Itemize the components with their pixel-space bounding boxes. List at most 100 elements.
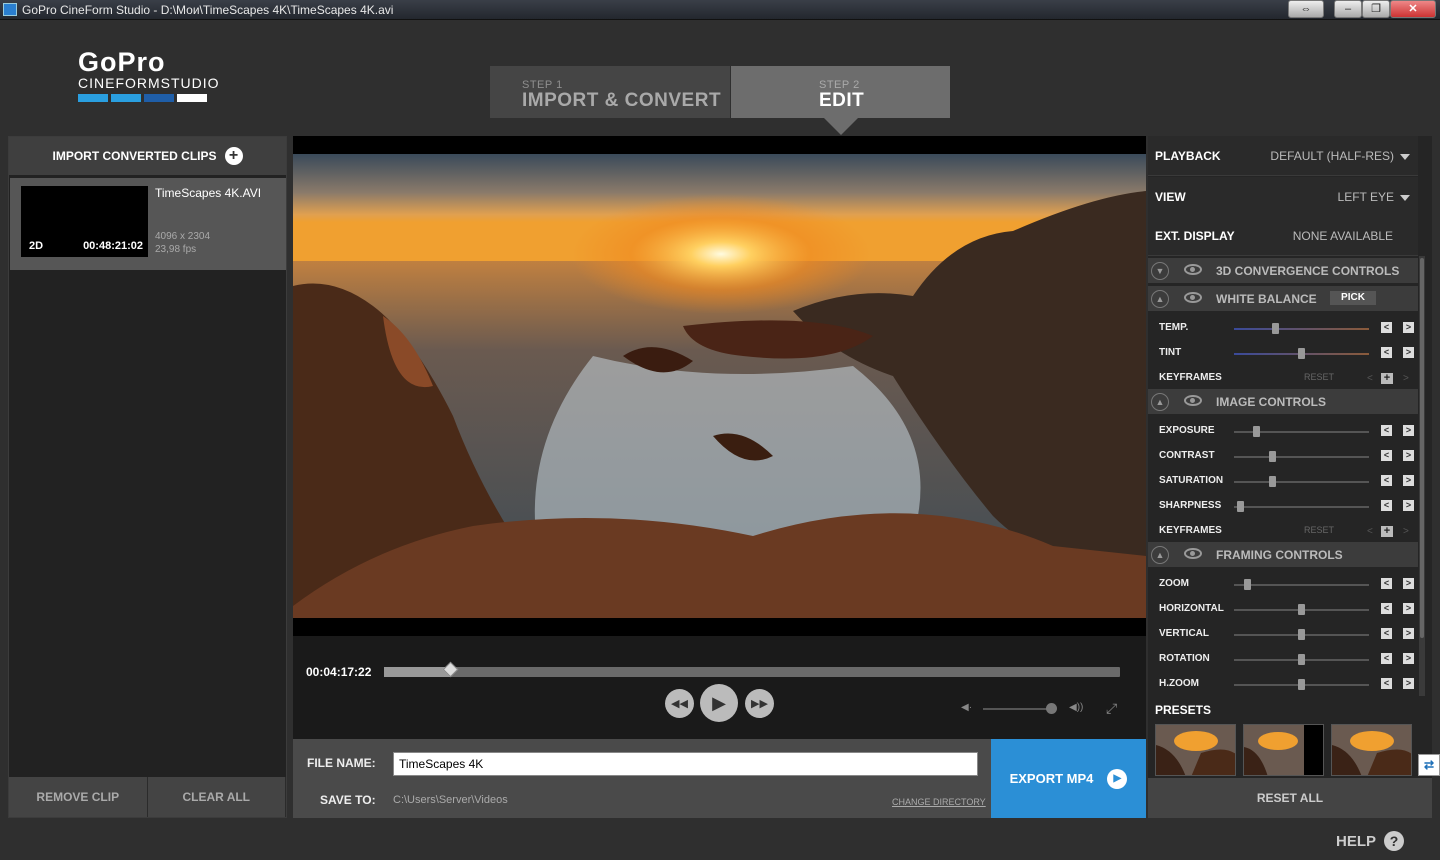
slider-knob[interactable] <box>1298 654 1305 665</box>
prev-keyframe-icon[interactable]: < <box>1367 373 1373 384</box>
next-keyframe-icon[interactable]: > <box>1403 373 1409 384</box>
volume-knob[interactable] <box>1045 703 1057 714</box>
resize-icon[interactable]: ⇔ <box>1288 0 1324 18</box>
increment-button[interactable]: > <box>1403 500 1414 511</box>
pick-button[interactable]: PICK <box>1330 291 1376 305</box>
slider-knob[interactable] <box>1236 501 1244 512</box>
eye-icon[interactable] <box>1184 264 1202 275</box>
keyframe-reset-button[interactable]: RESET <box>1304 372 1334 382</box>
slider-label: SATURATION <box>1159 475 1224 486</box>
preset-thumbnail[interactable] <box>1243 724 1324 776</box>
decrement-button[interactable]: < <box>1381 500 1392 511</box>
chevron-up-icon[interactable]: ▲ <box>1151 393 1169 411</box>
view-dropdown[interactable]: VIEW LEFT EYE <box>1148 177 1418 217</box>
step-name: IMPORT & CONVERT <box>522 90 722 111</box>
decrement-button[interactable]: < <box>1381 475 1392 486</box>
increment-button[interactable]: > <box>1403 653 1414 664</box>
slider-track[interactable] <box>1234 481 1369 483</box>
export-mp4-button[interactable]: EXPORT MP4 ▶ <box>991 739 1146 818</box>
decrement-button[interactable]: < <box>1381 628 1392 639</box>
help-button[interactable]: HELP ? <box>1336 831 1404 851</box>
decrement-button[interactable]: < <box>1381 578 1392 589</box>
eye-icon[interactable] <box>1184 548 1202 559</box>
clip-duration: 00:48:21:02 <box>83 240 143 252</box>
slider-knob[interactable] <box>1268 476 1276 487</box>
increment-button[interactable]: > <box>1403 475 1414 486</box>
clip-list-item[interactable]: 2D 00:48:21:02 TimeScapes 4K.AVI 4096 x … <box>10 178 286 270</box>
add-keyframe-button[interactable]: + <box>1381 373 1393 384</box>
eye-icon[interactable] <box>1184 292 1202 303</box>
close-button[interactable]: ✕ <box>1390 0 1436 18</box>
slider-knob[interactable] <box>1253 426 1261 437</box>
minimize-button[interactable]: – <box>1334 0 1362 18</box>
logo-brand: GoPro <box>78 47 166 77</box>
decrement-button[interactable]: < <box>1381 678 1392 689</box>
slider-row: SHARPNESS < > <box>1148 494 1418 519</box>
volume-slider[interactable] <box>983 708 1053 710</box>
decrement-button[interactable]: < <box>1381 653 1392 664</box>
rewind-icon[interactable]: ◀◀ <box>665 689 694 718</box>
decrement-button[interactable]: < <box>1381 425 1392 436</box>
preset-thumbnail[interactable] <box>1331 724 1412 776</box>
framing-controls-section-header[interactable]: ▲ FRAMING CONTROLS <box>1148 542 1418 567</box>
decrement-button[interactable]: < <box>1381 450 1392 461</box>
decrement-button[interactable]: < <box>1381 347 1392 358</box>
play-icon[interactable]: ▶ <box>700 684 738 722</box>
next-keyframe-icon[interactable]: > <box>1403 526 1409 537</box>
increment-button[interactable]: > <box>1403 322 1414 333</box>
increment-button[interactable]: > <box>1403 628 1414 639</box>
convergence-section-header[interactable]: ▼ 3D CONVERGENCE CONTROLS <box>1148 258 1418 283</box>
prev-keyframe-icon[interactable]: < <box>1367 526 1373 537</box>
slider-track[interactable] <box>1234 584 1369 586</box>
increment-button[interactable]: > <box>1403 578 1414 589</box>
fullscreen-icon[interactable]: ⤢ <box>1106 700 1117 717</box>
keyframe-reset-button[interactable]: RESET <box>1304 525 1334 535</box>
slider-row: HORIZONTAL < > <box>1148 597 1418 622</box>
fast-forward-icon[interactable]: ▶▶ <box>745 689 774 718</box>
chevron-up-icon[interactable]: ▲ <box>1151 290 1169 308</box>
increment-button[interactable]: > <box>1403 450 1414 461</box>
video-viewer[interactable] <box>293 136 1146 636</box>
keyframes-label: KEYFRAMES <box>1159 372 1222 383</box>
slider-track[interactable] <box>1234 328 1369 330</box>
increment-button[interactable]: > <box>1403 678 1414 689</box>
chevron-up-icon[interactable]: ▲ <box>1151 546 1169 564</box>
slider-row: CONTRAST < > <box>1148 444 1418 469</box>
increment-button[interactable]: > <box>1403 425 1414 436</box>
slider-label: ROTATION <box>1159 653 1210 664</box>
clip-name: TimeScapes 4K.AVI <box>155 186 262 200</box>
tab-import-convert[interactable]: STEP 1 IMPORT & CONVERT <box>490 66 730 118</box>
slider-label: TEMP. <box>1159 322 1189 333</box>
preset-thumbnail[interactable] <box>1155 724 1236 776</box>
white-balance-section-header[interactable]: ▲ WHITE BALANCE PICK <box>1148 286 1418 311</box>
timeline-scrubber[interactable] <box>384 661 1120 678</box>
slider-track[interactable] <box>1234 456 1369 458</box>
slider-knob[interactable] <box>1268 451 1276 462</box>
slider-track[interactable] <box>1234 506 1369 508</box>
maximize-button[interactable]: ❐ <box>1362 0 1390 18</box>
tab-edit[interactable]: STEP 2 EDIT <box>731 66 950 118</box>
slider-knob[interactable] <box>1298 679 1305 690</box>
file-name-input[interactable] <box>393 752 978 776</box>
image-controls-section-header[interactable]: ▲ IMAGE CONTROLS <box>1148 389 1418 414</box>
decrement-button[interactable]: < <box>1381 322 1392 333</box>
slider-knob[interactable] <box>1298 604 1305 615</box>
remove-clip-button[interactable]: REMOVE CLIP <box>9 777 148 817</box>
scrollbar-thumb[interactable] <box>1420 258 1424 638</box>
teamviewer-icon[interactable]: ⇄ <box>1418 754 1440 776</box>
reset-all-button[interactable]: RESET ALL <box>1148 778 1432 818</box>
slider-knob[interactable] <box>1298 629 1305 640</box>
import-clips-button[interactable]: IMPORT CONVERTED CLIPS + <box>9 137 286 175</box>
slider-knob[interactable] <box>1298 348 1305 359</box>
add-keyframe-button[interactable]: + <box>1381 526 1393 537</box>
increment-button[interactable]: > <box>1403 347 1414 358</box>
playback-dropdown[interactable]: PLAYBACK DEFAULT (HALF-RES) <box>1148 136 1418 176</box>
slider-knob[interactable] <box>1244 579 1252 590</box>
eye-icon[interactable] <box>1184 395 1202 406</box>
slider-knob[interactable] <box>1272 323 1280 334</box>
decrement-button[interactable]: < <box>1381 603 1392 614</box>
increment-button[interactable]: > <box>1403 603 1414 614</box>
change-directory-link[interactable]: CHANGE DIRECTORY <box>892 797 986 807</box>
chevron-down-icon[interactable]: ▼ <box>1151 262 1169 280</box>
clear-all-button[interactable]: CLEAR ALL <box>147 777 286 817</box>
